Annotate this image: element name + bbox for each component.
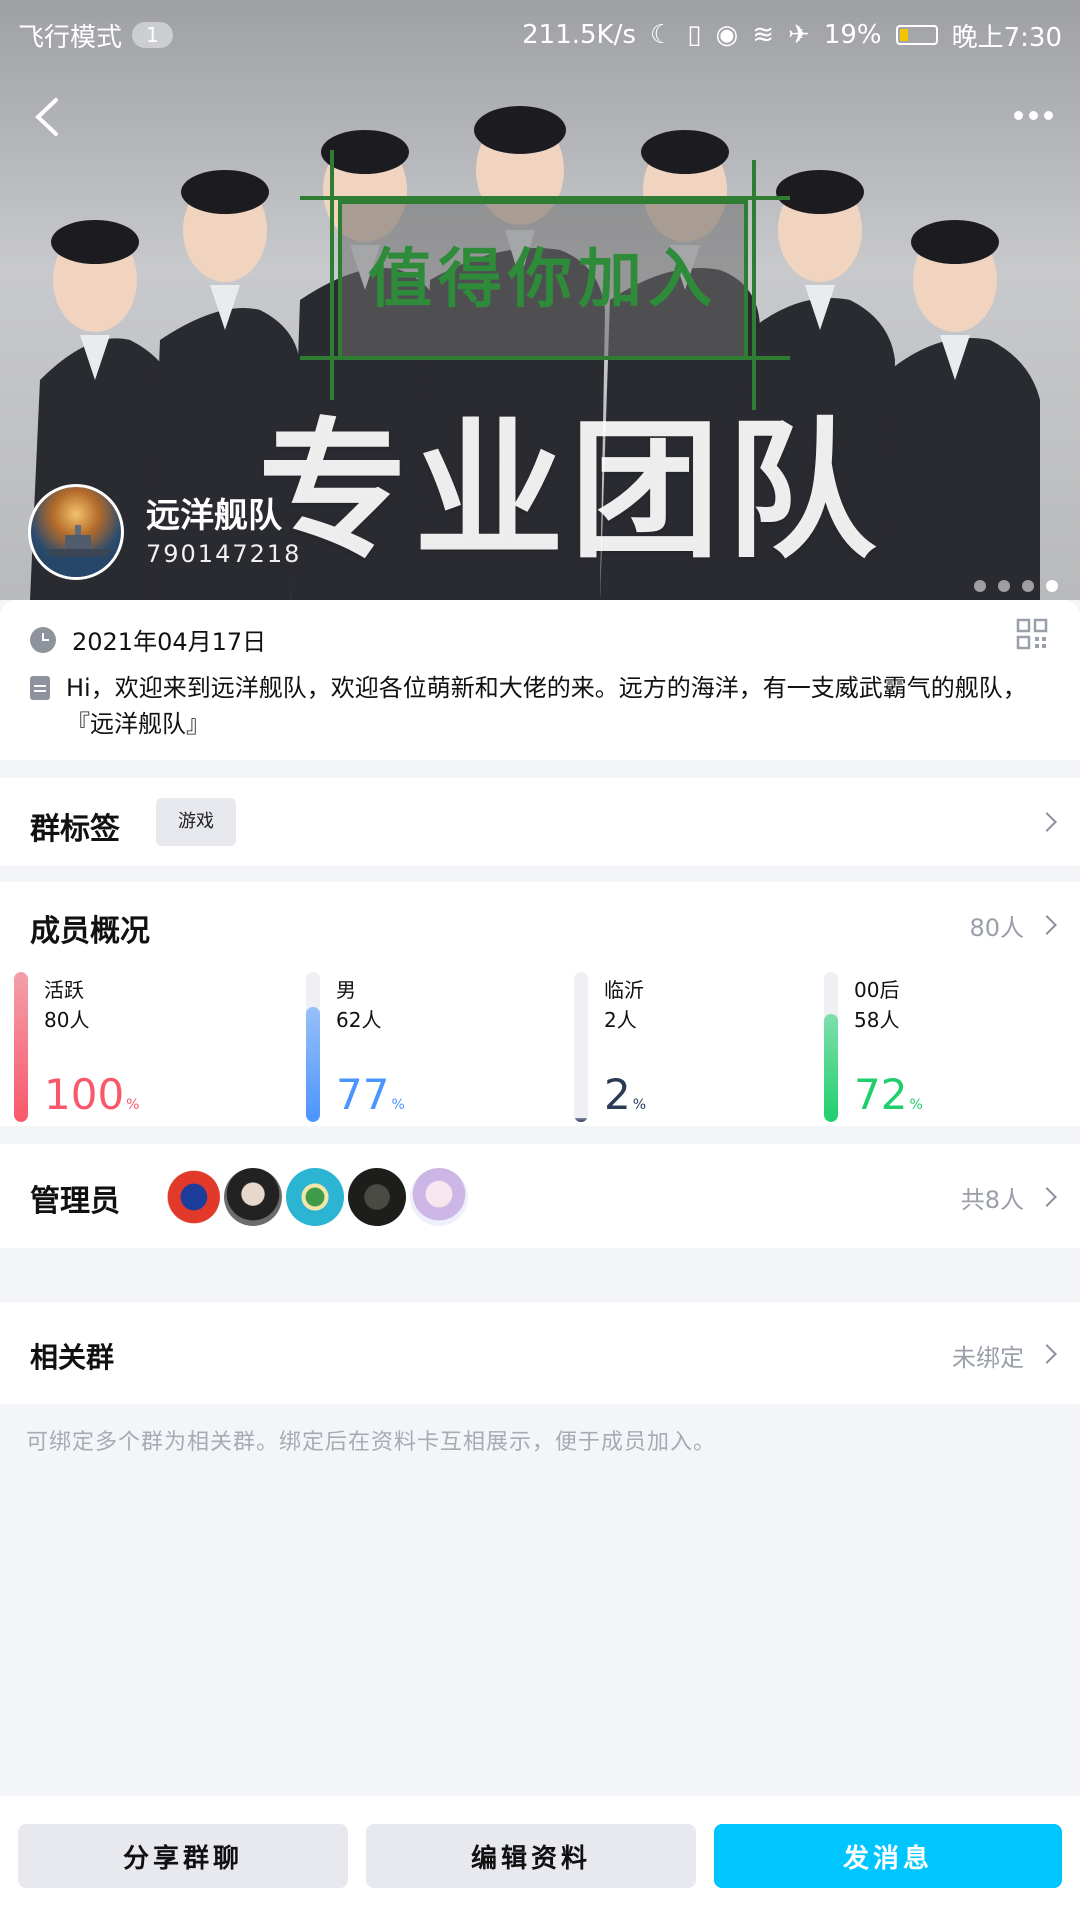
related-label: 相关群 — [30, 1341, 115, 1374]
admin-avatar[interactable] — [410, 1168, 468, 1226]
stat-male: 男 62人 77% — [306, 972, 566, 1122]
chevron-right-icon — [1037, 915, 1057, 935]
group-tags-row[interactable]: 群标签 游戏 — [0, 778, 1080, 866]
carousel-dot-active — [1046, 580, 1058, 592]
share-group-button[interactable]: 分享群聊 — [18, 1824, 348, 1888]
tags-label: 群标签 — [30, 812, 120, 847]
clock-icon — [30, 626, 56, 653]
stat-name: 00后 — [854, 978, 900, 1002]
vibrate-icon: ▯ — [687, 20, 702, 50]
group-avatar[interactable] — [28, 484, 124, 580]
stat-location: 临沂 2人 2% — [574, 972, 834, 1122]
related-groups-row[interactable]: 相关群 未绑定 — [0, 1302, 1080, 1404]
airplane-icon: ✈ — [788, 20, 810, 50]
stat-count: 2人 — [604, 1008, 637, 1032]
stat-percent: 2% — [604, 1070, 647, 1119]
stat-bar — [14, 972, 28, 1122]
chevron-right-icon — [1037, 812, 1057, 832]
battery-icon — [895, 25, 938, 45]
stat-count: 80人 — [44, 1008, 90, 1032]
send-message-button[interactable]: 发消息 — [714, 1824, 1062, 1888]
stat-bar — [824, 972, 838, 1122]
clock: 晚上7:30 — [951, 22, 1062, 53]
group-id[interactable]: 790147218 — [146, 540, 301, 568]
members-label: 成员概况 — [30, 914, 150, 949]
document-icon — [30, 676, 50, 700]
net-speed: 211.5K/s — [522, 20, 636, 50]
admins-row[interactable]: 管理员 共8人 — [0, 1144, 1080, 1248]
carousel-dots — [974, 580, 1058, 592]
back-arrow-icon[interactable] — [26, 92, 66, 142]
stat-bar — [574, 972, 588, 1122]
banner-text: 值得你加入 — [368, 243, 718, 317]
group-info-card: 2021年04月17日 Hi，欢迎来到远洋舰队，欢迎各位萌新和大佬的来。远方的海… — [0, 600, 1080, 760]
status-bar: 飞行模式 1 211.5K/s ☾ ▯ ◉ ≋ ✈ 19% 晚上7:30 — [0, 0, 1080, 70]
stat-active: 活跃 80人 100% — [14, 972, 274, 1122]
carousel-dot — [974, 580, 986, 592]
stat-name: 活跃 — [44, 978, 84, 1002]
stat-percent: 72% — [854, 1070, 923, 1119]
related-status: 未绑定 — [952, 1344, 1024, 1372]
stat-name: 男 — [336, 978, 356, 1002]
stat-count: 58人 — [854, 1008, 900, 1032]
group-name: 远洋舰队 — [146, 496, 282, 536]
stat-age: 00后 58人 72% — [824, 972, 1080, 1122]
airplane-mode-label: 飞行模式 — [18, 22, 123, 53]
group-cover-banner[interactable]: 值得你加入 专业团队 飞行模式 1 211.5K/s ☾ ▯ ◉ ≋ ✈ 19%… — [0, 0, 1080, 600]
banner-frame-line — [330, 150, 334, 400]
members-total: 80人 — [969, 914, 1024, 942]
more-options-icon[interactable] — [1008, 100, 1058, 130]
admin-avatar[interactable] — [224, 1168, 282, 1226]
stat-bar — [306, 972, 320, 1122]
banner-headline: 专业团队 — [257, 405, 882, 579]
stat-percent: 100% — [44, 1070, 140, 1119]
related-hint: 可绑定多个群为相关群。绑定后在资料卡互相展示，便于成员加入。 — [26, 1430, 717, 1455]
tag-chip: 游戏 — [156, 798, 236, 846]
admin-avatar[interactable] — [162, 1168, 220, 1226]
edit-profile-button[interactable]: 编辑资料 — [366, 1824, 696, 1888]
eye-icon: ◉ — [715, 20, 739, 50]
members-overview[interactable]: 成员概况 80人 活跃 80人 100% 男 62人 77% 临沂 2人 2% … — [0, 882, 1080, 1126]
wifi-icon: ≋ — [752, 20, 775, 50]
bottom-action-bar: 分享群聊 编辑资料 发消息 — [0, 1796, 1080, 1920]
qr-code-icon[interactable] — [1016, 618, 1048, 650]
created-date: 2021年04月17日 — [72, 628, 267, 656]
battery-percent: 19% — [823, 20, 882, 50]
stat-count: 62人 — [336, 1008, 382, 1032]
admin-avatar[interactable] — [286, 1168, 344, 1226]
admins-count: 共8人 — [960, 1186, 1024, 1214]
mode-badge: 1 — [132, 22, 173, 48]
admin-avatar[interactable] — [348, 1168, 406, 1226]
group-description: Hi，欢迎来到远洋舰队，欢迎各位萌新和大佬的来。远方的海洋，有一支威武霸气的舰队… — [66, 674, 1027, 738]
stat-percent: 77% — [336, 1070, 405, 1119]
carousel-dot — [1022, 580, 1034, 592]
carousel-dot — [998, 580, 1010, 592]
chevron-right-icon — [1037, 1187, 1057, 1207]
stat-name: 临沂 — [604, 978, 644, 1002]
moon-icon: ☾ — [649, 20, 674, 50]
admins-label: 管理员 — [30, 1184, 120, 1219]
chevron-right-icon — [1037, 1344, 1057, 1364]
